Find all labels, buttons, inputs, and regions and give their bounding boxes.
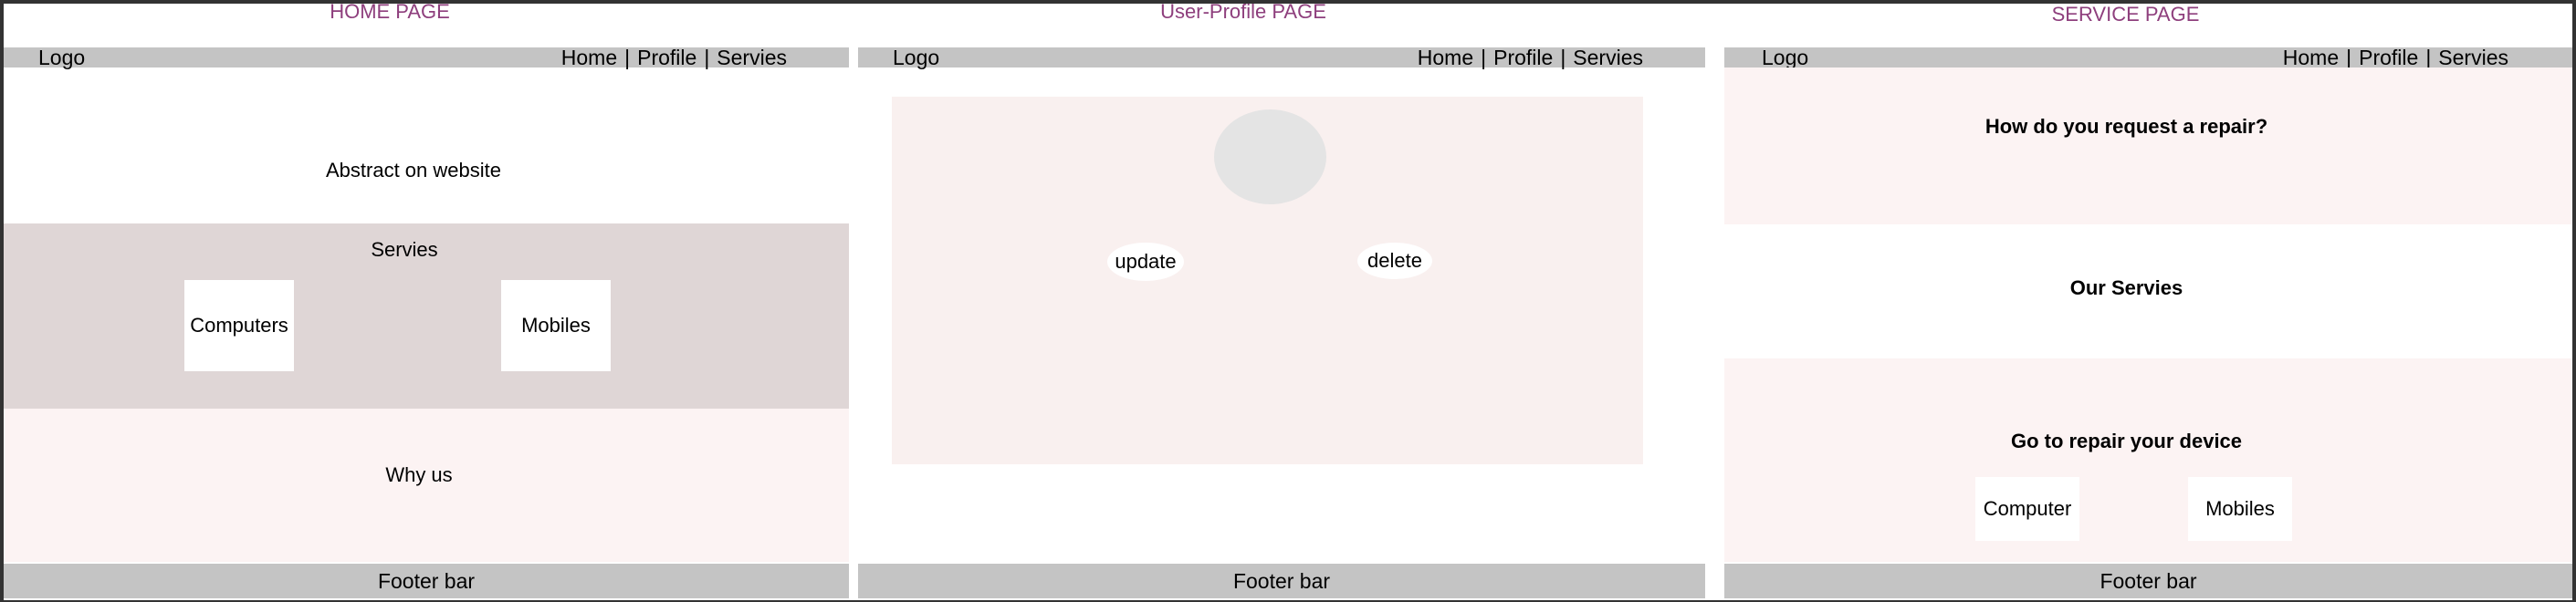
- home-nav-links: Home | Profile | Servies: [561, 46, 787, 69]
- home-abstract: Abstract on website: [326, 159, 501, 182]
- nav-link-services[interactable]: Servies: [2438, 47, 2508, 68]
- service-request-heading: How do you request a repair?: [1984, 115, 2268, 138]
- service-card-mobiles[interactable]: Mobiles: [2188, 477, 2292, 541]
- service-page-title: SERVICE PAGE: [2051, 3, 2200, 26]
- service-navbar: Logo Home | Profile | Servies: [1724, 46, 2572, 69]
- home-why-us: Why us: [385, 463, 453, 486]
- delete-button[interactable]: delete: [1357, 243, 1432, 279]
- service-request-section: How do you request a repair?: [1724, 67, 2572, 224]
- nav-link-home[interactable]: Home: [561, 47, 617, 68]
- service-logo[interactable]: Logo: [1762, 47, 1808, 68]
- nav-link-home[interactable]: Home: [1418, 47, 1473, 68]
- service-page-panel: SERVICE PAGE Logo Home | Profile | Servi…: [1724, 0, 2572, 602]
- profile-navbar: Logo Home | Profile | Servies: [858, 46, 1705, 69]
- nav-link-services[interactable]: Servies: [1573, 47, 1643, 68]
- profile-footer: Footer bar: [858, 564, 1705, 598]
- profile-page-title: User-Profile PAGE: [1160, 0, 1326, 23]
- profile-logo[interactable]: Logo: [893, 47, 939, 68]
- service-repair-section: Go to repair your device Computer Mobile…: [1724, 358, 2572, 562]
- nav-separator: |: [624, 46, 631, 69]
- home-page-panel: HOME PAGE Logo Home | Profile | Servies …: [4, 0, 849, 602]
- service-card-computer[interactable]: Computer: [1975, 477, 2079, 541]
- service-nav-links: Home | Profile | Servies: [2283, 46, 2508, 69]
- home-footer: Footer bar: [4, 564, 849, 598]
- service-our-services: Our Servies: [2069, 276, 2183, 299]
- home-services-heading: Servies: [371, 238, 438, 261]
- profile-card: update delete: [892, 97, 1643, 464]
- update-button[interactable]: update: [1107, 243, 1184, 281]
- nav-separator: |: [2346, 46, 2352, 69]
- nav-link-profile[interactable]: Profile: [637, 47, 696, 68]
- home-page-title: HOME PAGE: [330, 0, 450, 23]
- profile-nav-links: Home | Profile | Servies: [1418, 46, 1643, 69]
- avatar: [1214, 109, 1326, 204]
- home-navbar: Logo Home | Profile | Servies: [4, 46, 849, 69]
- nav-separator: |: [2425, 46, 2432, 69]
- nav-link-home[interactable]: Home: [2283, 47, 2339, 68]
- home-why-us-section: Why us: [4, 409, 849, 562]
- service-footer: Footer bar: [1724, 564, 2572, 598]
- home-services-section: Servies Computers Mobiles: [4, 223, 849, 409]
- nav-link-profile[interactable]: Profile: [1493, 47, 1553, 68]
- nav-separator: |: [1560, 46, 1566, 69]
- profile-page-panel: User-Profile PAGE Logo Home | Profile | …: [858, 0, 1705, 602]
- nav-separator: |: [1481, 46, 1487, 69]
- home-service-card-computers[interactable]: Computers: [184, 280, 294, 371]
- nav-separator: |: [704, 46, 710, 69]
- service-repair-heading: Go to repair your device: [2010, 430, 2243, 452]
- home-logo[interactable]: Logo: [38, 47, 85, 68]
- nav-link-profile[interactable]: Profile: [2359, 47, 2418, 68]
- home-service-card-mobiles[interactable]: Mobiles: [501, 280, 611, 371]
- nav-link-services[interactable]: Servies: [717, 47, 787, 68]
